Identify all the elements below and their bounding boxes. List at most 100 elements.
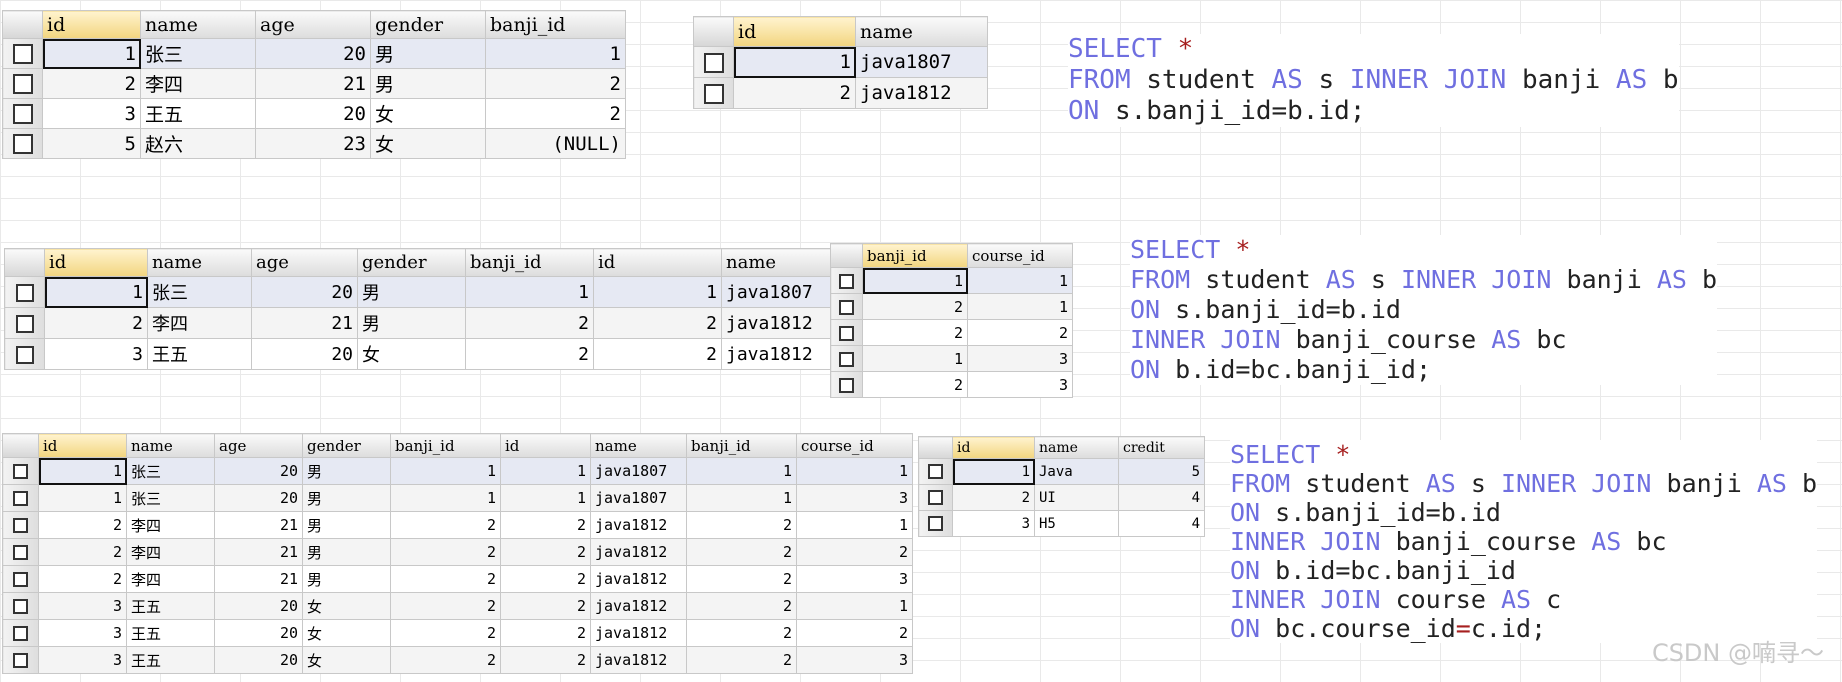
table-cell[interactable]: 男 xyxy=(302,511,391,539)
table-cell[interactable]: 2 xyxy=(38,511,127,539)
select-all-corner[interactable] xyxy=(918,436,953,459)
row-select-checkbox[interactable] xyxy=(2,98,43,129)
table-cell[interactable]: 3 xyxy=(952,510,1035,537)
table-cell[interactable]: 2 xyxy=(390,511,501,539)
table-cell[interactable]: 王五 xyxy=(126,619,215,647)
select-all-corner[interactable] xyxy=(830,243,863,268)
table-cell[interactable]: 1 xyxy=(796,457,913,485)
table-cell[interactable]: 1 xyxy=(686,457,797,485)
checkbox-icon[interactable] xyxy=(839,351,854,367)
row-select-checkbox[interactable] xyxy=(4,307,45,339)
row-select-checkbox[interactable] xyxy=(918,484,953,511)
row-select-checkbox[interactable] xyxy=(918,458,953,485)
table-cell[interactable]: 3 xyxy=(967,345,1073,372)
table-cell[interactable]: 1 xyxy=(796,511,913,539)
table-cell[interactable]: 2 xyxy=(500,619,591,647)
table-cell[interactable]: 2 xyxy=(500,565,591,593)
column-header-id[interactable]: id xyxy=(500,433,591,458)
table-cell[interactable]: java1812 xyxy=(721,307,835,339)
table-cell[interactable]: 3 xyxy=(796,565,913,593)
select-all-corner[interactable] xyxy=(2,10,43,39)
column-header-name[interactable]: name xyxy=(855,16,988,47)
table-cell[interactable]: 2 xyxy=(390,565,501,593)
table-cell[interactable]: H5 xyxy=(1034,510,1119,537)
table-cell[interactable]: 女 xyxy=(302,619,391,647)
checkbox-icon[interactable] xyxy=(13,599,28,614)
table-row[interactable]: 21 xyxy=(830,293,1073,320)
table-cell[interactable]: 1 xyxy=(44,276,148,308)
table-cell[interactable]: 20 xyxy=(214,619,303,647)
column-header-banji-id[interactable]: banji_id xyxy=(862,243,968,268)
table-cell[interactable]: 4 xyxy=(1118,484,1205,511)
table-cell[interactable]: 21 xyxy=(214,538,303,566)
table-cell[interactable]: java1812 xyxy=(590,511,687,539)
table-row[interactable]: 11 xyxy=(830,267,1073,294)
table-row[interactable]: 2 李四 21 男 2 2 java1812 2 2 xyxy=(2,538,913,566)
table-cell[interactable]: 2 xyxy=(465,307,594,339)
table-row[interactable]: 22 xyxy=(830,319,1073,346)
column-header-age[interactable]: age xyxy=(255,10,371,39)
table-row[interactable]: 1 java1807 xyxy=(693,46,988,78)
checkbox-icon[interactable] xyxy=(13,464,28,479)
table-cell[interactable]: 20 xyxy=(255,38,371,69)
row-select-checkbox[interactable] xyxy=(2,646,39,674)
column-header-gender[interactable]: gender xyxy=(302,433,391,458)
table-cell[interactable]: java1812 xyxy=(855,77,988,109)
table-cell[interactable]: 张三 xyxy=(126,457,215,485)
table-cell[interactable]: 2 xyxy=(390,538,501,566)
table-cell[interactable]: Java xyxy=(1034,458,1119,485)
column-header-gender[interactable]: gender xyxy=(357,248,466,277)
table-cell[interactable]: 1 xyxy=(733,46,856,78)
table-row[interactable]: 3 王五 20 女 2 2 java1812 2 1 xyxy=(2,592,913,620)
row-select-checkbox[interactable] xyxy=(2,128,43,159)
table-cell[interactable]: 2 xyxy=(38,565,127,593)
row-select-checkbox[interactable] xyxy=(830,293,863,320)
table-cell[interactable]: 2 xyxy=(862,319,968,346)
table-cell[interactable]: 女 xyxy=(302,646,391,674)
table-row[interactable]: 2 java1812 xyxy=(693,77,988,109)
table-cell[interactable]: 3 xyxy=(967,371,1073,398)
table-cell[interactable]: 21 xyxy=(214,511,303,539)
checkbox-icon[interactable] xyxy=(928,490,943,505)
table-cell[interactable]: 男 xyxy=(302,538,391,566)
checkbox-icon[interactable] xyxy=(13,572,28,587)
table-cell[interactable]: 李四 xyxy=(147,307,252,339)
column-header-banji-id[interactable]: banji_id xyxy=(465,248,594,277)
table-cell[interactable]: 2 xyxy=(593,307,722,339)
table-cell[interactable]: 1 xyxy=(38,484,127,512)
table-cell[interactable]: 2 xyxy=(686,592,797,620)
table-row[interactable]: 3 H5 4 xyxy=(918,510,1205,537)
table-cell[interactable]: 3 xyxy=(38,646,127,674)
table-cell[interactable]: 1 xyxy=(952,458,1035,485)
table-cell[interactable]: 4 xyxy=(1118,510,1205,537)
select-all-corner[interactable] xyxy=(2,433,39,458)
column-header-name[interactable]: name xyxy=(721,248,835,277)
table-cell[interactable]: 1 xyxy=(42,38,141,69)
row-select-checkbox[interactable] xyxy=(2,38,43,69)
table-cell[interactable]: 2 xyxy=(686,511,797,539)
table-cell[interactable]: 21 xyxy=(255,68,371,99)
table-cell[interactable]: 20 xyxy=(214,457,303,485)
table-cell[interactable]: 男 xyxy=(357,276,466,308)
table-row[interactable]: 2 李四 21 男 2 2 java1812 2 1 xyxy=(2,511,913,539)
checkbox-icon[interactable] xyxy=(13,545,28,560)
checkbox-icon[interactable] xyxy=(15,283,34,302)
table-cell[interactable]: 女 xyxy=(357,338,466,370)
row-select-checkbox[interactable] xyxy=(830,371,863,398)
row-select-checkbox[interactable] xyxy=(2,511,39,539)
table-cell[interactable]: (NULL) xyxy=(485,128,626,159)
checkbox-icon[interactable] xyxy=(13,653,28,668)
table-cell[interactable]: 1 xyxy=(485,38,626,69)
table-cell[interactable]: 2 xyxy=(733,77,856,109)
row-select-checkbox[interactable] xyxy=(4,276,45,308)
table-cell[interactable]: 李四 xyxy=(140,68,256,99)
table-cell[interactable]: 王五 xyxy=(147,338,252,370)
column-header-name[interactable]: name xyxy=(147,248,252,277)
checkbox-icon[interactable] xyxy=(839,273,854,289)
table-cell[interactable]: 1 xyxy=(967,267,1073,294)
table-cell[interactable]: 3 xyxy=(44,338,148,370)
table-cell[interactable]: java1812 xyxy=(590,619,687,647)
table-cell[interactable]: 女 xyxy=(302,592,391,620)
table-cell[interactable]: UI xyxy=(1034,484,1119,511)
table-cell[interactable]: 王五 xyxy=(126,646,215,674)
